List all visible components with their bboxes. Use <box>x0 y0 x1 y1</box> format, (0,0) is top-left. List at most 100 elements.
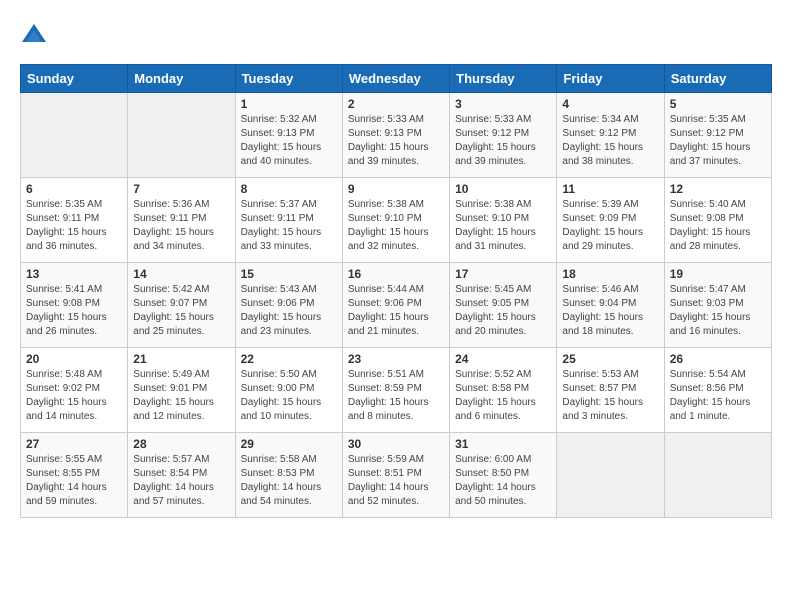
calendar-cell <box>557 433 664 518</box>
calendar-cell: 31 Sunrise: 6:00 AM Sunset: 8:50 PM Dayli… <box>450 433 557 518</box>
calendar-cell: 16 Sunrise: 5:44 AM Sunset: 9:06 PM Dayli… <box>342 263 449 348</box>
day-number: 26 <box>670 352 766 366</box>
calendar-cell: 30 Sunrise: 5:59 AM Sunset: 8:51 PM Dayli… <box>342 433 449 518</box>
day-number: 4 <box>562 97 658 111</box>
day-number: 9 <box>348 182 444 196</box>
day-info: Sunrise: 5:43 AM Sunset: 9:06 PM Dayligh… <box>241 283 337 339</box>
calendar-cell: 26 Sunrise: 5:54 AM Sunset: 8:56 PM Dayli… <box>664 348 771 433</box>
weekday-header-monday: Monday <box>128 65 235 93</box>
day-info: Sunrise: 5:33 AM Sunset: 9:12 PM Dayligh… <box>455 113 551 169</box>
calendar-cell <box>128 93 235 178</box>
day-info: Sunrise: 5:42 AM Sunset: 9:07 PM Dayligh… <box>133 283 229 339</box>
day-number: 21 <box>133 352 229 366</box>
day-number: 20 <box>26 352 122 366</box>
day-number: 7 <box>133 182 229 196</box>
day-number: 23 <box>348 352 444 366</box>
logo <box>20 20 52 48</box>
weekday-header-tuesday: Tuesday <box>235 65 342 93</box>
calendar-cell: 8 Sunrise: 5:37 AM Sunset: 9:11 PM Daylig… <box>235 178 342 263</box>
day-info: Sunrise: 5:32 AM Sunset: 9:13 PM Dayligh… <box>241 113 337 169</box>
day-info: Sunrise: 5:47 AM Sunset: 9:03 PM Dayligh… <box>670 283 766 339</box>
day-info: Sunrise: 5:41 AM Sunset: 9:08 PM Dayligh… <box>26 283 122 339</box>
page-header <box>20 20 772 48</box>
day-info: Sunrise: 5:38 AM Sunset: 9:10 PM Dayligh… <box>455 198 551 254</box>
day-number: 13 <box>26 267 122 281</box>
day-number: 31 <box>455 437 551 451</box>
day-info: Sunrise: 5:44 AM Sunset: 9:06 PM Dayligh… <box>348 283 444 339</box>
day-number: 14 <box>133 267 229 281</box>
day-info: Sunrise: 5:54 AM Sunset: 8:56 PM Dayligh… <box>670 368 766 424</box>
calendar-cell: 1 Sunrise: 5:32 AM Sunset: 9:13 PM Daylig… <box>235 93 342 178</box>
calendar-cell: 20 Sunrise: 5:48 AM Sunset: 9:02 PM Dayli… <box>21 348 128 433</box>
day-number: 19 <box>670 267 766 281</box>
day-number: 10 <box>455 182 551 196</box>
day-info: Sunrise: 5:35 AM Sunset: 9:11 PM Dayligh… <box>26 198 122 254</box>
day-info: Sunrise: 5:51 AM Sunset: 8:59 PM Dayligh… <box>348 368 444 424</box>
day-number: 18 <box>562 267 658 281</box>
day-number: 16 <box>348 267 444 281</box>
day-info: Sunrise: 5:37 AM Sunset: 9:11 PM Dayligh… <box>241 198 337 254</box>
calendar-cell: 13 Sunrise: 5:41 AM Sunset: 9:08 PM Dayli… <box>21 263 128 348</box>
calendar-cell: 29 Sunrise: 5:58 AM Sunset: 8:53 PM Dayli… <box>235 433 342 518</box>
day-number: 12 <box>670 182 766 196</box>
day-info: Sunrise: 5:34 AM Sunset: 9:12 PM Dayligh… <box>562 113 658 169</box>
day-number: 11 <box>562 182 658 196</box>
day-info: Sunrise: 5:52 AM Sunset: 8:58 PM Dayligh… <box>455 368 551 424</box>
day-info: Sunrise: 5:33 AM Sunset: 9:13 PM Dayligh… <box>348 113 444 169</box>
calendar-cell <box>664 433 771 518</box>
day-info: Sunrise: 5:55 AM Sunset: 8:55 PM Dayligh… <box>26 453 122 509</box>
calendar-cell: 3 Sunrise: 5:33 AM Sunset: 9:12 PM Daylig… <box>450 93 557 178</box>
day-info: Sunrise: 5:45 AM Sunset: 9:05 PM Dayligh… <box>455 283 551 339</box>
day-info: Sunrise: 5:39 AM Sunset: 9:09 PM Dayligh… <box>562 198 658 254</box>
day-info: Sunrise: 5:35 AM Sunset: 9:12 PM Dayligh… <box>670 113 766 169</box>
calendar-cell: 5 Sunrise: 5:35 AM Sunset: 9:12 PM Daylig… <box>664 93 771 178</box>
calendar-cell: 12 Sunrise: 5:40 AM Sunset: 9:08 PM Dayli… <box>664 178 771 263</box>
day-info: Sunrise: 5:59 AM Sunset: 8:51 PM Dayligh… <box>348 453 444 509</box>
day-number: 27 <box>26 437 122 451</box>
day-number: 2 <box>348 97 444 111</box>
day-number: 8 <box>241 182 337 196</box>
calendar-cell: 24 Sunrise: 5:52 AM Sunset: 8:58 PM Dayli… <box>450 348 557 433</box>
day-info: Sunrise: 6:00 AM Sunset: 8:50 PM Dayligh… <box>455 453 551 509</box>
day-number: 6 <box>26 182 122 196</box>
day-number: 28 <box>133 437 229 451</box>
day-info: Sunrise: 5:57 AM Sunset: 8:54 PM Dayligh… <box>133 453 229 509</box>
day-info: Sunrise: 5:58 AM Sunset: 8:53 PM Dayligh… <box>241 453 337 509</box>
calendar-cell: 2 Sunrise: 5:33 AM Sunset: 9:13 PM Daylig… <box>342 93 449 178</box>
calendar-cell: 23 Sunrise: 5:51 AM Sunset: 8:59 PM Dayli… <box>342 348 449 433</box>
day-info: Sunrise: 5:46 AM Sunset: 9:04 PM Dayligh… <box>562 283 658 339</box>
weekday-header-sunday: Sunday <box>21 65 128 93</box>
calendar-cell: 22Sunrise: 5:50 AM Sunset: 9:00 PM Dayli… <box>235 348 342 433</box>
day-number: 17 <box>455 267 551 281</box>
day-info: Sunrise: 5:53 AM Sunset: 8:57 PM Dayligh… <box>562 368 658 424</box>
calendar-cell: 17 Sunrise: 5:45 AM Sunset: 9:05 PM Dayli… <box>450 263 557 348</box>
calendar-cell: 19 Sunrise: 5:47 AM Sunset: 9:03 PM Dayli… <box>664 263 771 348</box>
day-number: 30 <box>348 437 444 451</box>
calendar-cell <box>21 93 128 178</box>
day-number: 25 <box>562 352 658 366</box>
calendar-cell: 10 Sunrise: 5:38 AM Sunset: 9:10 PM Dayli… <box>450 178 557 263</box>
calendar-table: SundayMondayTuesdayWednesdayThursdayFrid… <box>20 64 772 518</box>
calendar-cell: 27 Sunrise: 5:55 AM Sunset: 8:55 PM Dayli… <box>21 433 128 518</box>
day-info: Sunrise: 5:38 AM Sunset: 9:10 PM Dayligh… <box>348 198 444 254</box>
calendar-cell: 14 Sunrise: 5:42 AM Sunset: 9:07 PM Dayli… <box>128 263 235 348</box>
weekday-header-thursday: Thursday <box>450 65 557 93</box>
day-info: Sunrise: 5:40 AM Sunset: 9:08 PM Dayligh… <box>670 198 766 254</box>
day-number: 24 <box>455 352 551 366</box>
calendar-cell: 25 Sunrise: 5:53 AM Sunset: 8:57 PM Dayli… <box>557 348 664 433</box>
day-info: Sunrise: 5:49 AM Sunset: 9:01 PM Dayligh… <box>133 368 229 424</box>
day-info: Sunrise: 5:36 AM Sunset: 9:11 PM Dayligh… <box>133 198 229 254</box>
weekday-header-wednesday: Wednesday <box>342 65 449 93</box>
calendar-cell: 11 Sunrise: 5:39 AM Sunset: 9:09 PM Dayli… <box>557 178 664 263</box>
day-number: 22 <box>241 352 337 366</box>
calendar-cell: 7 Sunrise: 5:36 AM Sunset: 9:11 PM Daylig… <box>128 178 235 263</box>
calendar-cell: 21 Sunrise: 5:49 AM Sunset: 9:01 PM Dayli… <box>128 348 235 433</box>
day-number: 29 <box>241 437 337 451</box>
day-number: 5 <box>670 97 766 111</box>
day-number: 1 <box>241 97 337 111</box>
weekday-header-friday: Friday <box>557 65 664 93</box>
day-info: Sunrise: 5:48 AM Sunset: 9:02 PM Dayligh… <box>26 368 122 424</box>
day-number: 3 <box>455 97 551 111</box>
calendar-cell: 15Sunrise: 5:43 AM Sunset: 9:06 PM Dayli… <box>235 263 342 348</box>
calendar-cell: 18 Sunrise: 5:46 AM Sunset: 9:04 PM Dayli… <box>557 263 664 348</box>
